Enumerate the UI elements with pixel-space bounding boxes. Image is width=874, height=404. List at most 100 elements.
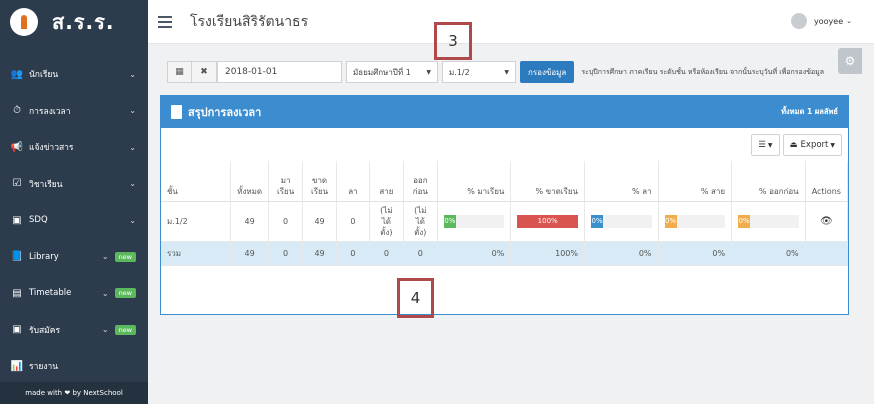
annotation-box-3: 3: [434, 22, 472, 60]
cell-total-absent: 49: [302, 241, 338, 267]
caret-down-icon: ▼: [767, 141, 773, 149]
sidebar-item-students[interactable]: 👥 นักเรียน ⌄: [0, 56, 148, 93]
list-icon: ☰: [758, 140, 766, 150]
sidebar-item-reports[interactable]: 📊 รายงาน: [0, 348, 148, 385]
col-header-pct-leave[interactable]: % ลา: [584, 161, 659, 202]
room-select-value: ม.1/2: [449, 67, 470, 77]
brand-text: ส.ร.ร.: [52, 10, 115, 34]
col-header-pct-absent[interactable]: % ขาดเรียน: [510, 161, 585, 202]
cell-total-actions: [805, 241, 849, 267]
id-card-icon: ▣: [12, 324, 22, 336]
sidebar: ส.ร.ร. 👥 นักเรียน ⌄ ⏱ การลงเวลา ⌄ 📢 แจ้ง…: [0, 0, 148, 404]
panel-header: สรุปการลงเวลา ทั้งหมด 1 ผลลัพธ์: [161, 96, 848, 128]
username: yooyee: [814, 16, 844, 26]
users-icon: 👥: [10, 68, 24, 80]
sidebar-item-label: การลงเวลา: [29, 106, 71, 117]
col-header-class[interactable]: ชั้น: [161, 161, 232, 202]
sidebar-item-attendance[interactable]: ⏱ การลงเวลา ⌄: [0, 93, 148, 130]
col-header-late[interactable]: สาย: [369, 161, 404, 202]
date-input[interactable]: 2018-01-01: [217, 61, 342, 83]
table-row: ม.1/2 49 0 49 0 (ไม่ได้ ตั้ง) (ไม่ได้ ตั…: [161, 201, 849, 243]
id-card-icon: ▣: [12, 214, 22, 226]
cell-total-pct-early: 0%: [731, 241, 806, 267]
cell-pct-early: 0%: [731, 201, 806, 243]
cell-total-late: 0: [369, 241, 404, 267]
topbar: โรงเรียนสิริรัตนาธร yooyee ⌄: [148, 0, 874, 44]
new-badge: new: [114, 324, 136, 335]
cell-total-present: 0: [268, 241, 304, 267]
caret-down-icon: ▼: [830, 141, 835, 149]
sidebar-item-announcements[interactable]: 📢 แจ้งข่าวสาร ⌄: [0, 129, 148, 166]
annotation-box-4: 4: [397, 278, 434, 318]
columns-toggle-button[interactable]: ☰ ▼: [751, 134, 780, 156]
sidebar-item-subjects[interactable]: ☑ วิชาเรียน ⌄: [0, 166, 148, 203]
book-icon: [171, 105, 182, 119]
eye-icon[interactable]: 👁: [820, 216, 833, 227]
progress-bar-present: 0%: [443, 214, 505, 228]
col-header-pct-present[interactable]: % มาเรียน: [437, 161, 512, 202]
col-header-present[interactable]: มา เรียน: [268, 161, 304, 202]
progress-bar-early: 0%: [738, 214, 799, 228]
progress-bar-leave: 0%: [591, 214, 652, 228]
cell-absent: 49: [302, 201, 338, 243]
sidebar-nav: 👥 นักเรียน ⌄ ⏱ การลงเวลา ⌄ 📢 แจ้งข่าวสาร…: [0, 56, 148, 385]
chevron-down-icon: ⌄: [129, 106, 136, 116]
school-logo-icon: [10, 8, 38, 36]
megaphone-icon: 📢: [10, 141, 24, 153]
clock-icon: ⏱: [13, 105, 21, 117]
cell-class: ม.1/2: [161, 201, 232, 243]
clear-date-button[interactable]: ✖: [192, 61, 217, 83]
result-count: ทั้งหมด 1 ผลลัพธ์: [781, 107, 838, 116]
user-menu[interactable]: yooyee ⌄: [791, 13, 852, 29]
cell-total-early: 0: [403, 241, 438, 267]
hamburger-menu-icon[interactable]: [158, 15, 172, 28]
chevron-down-icon: ⌄: [101, 252, 109, 262]
col-header-leave[interactable]: ลา: [336, 161, 370, 202]
attendance-summary-panel: สรุปการลงเวลา ทั้งหมด 1 ผลลัพธ์ ☰ ▼ ⏏ Ex…: [160, 95, 849, 315]
chevron-down-icon: ⌄: [129, 142, 136, 152]
export-button[interactable]: ⏏ Export ▼: [782, 134, 842, 156]
col-header-total[interactable]: ทั้งหมด: [230, 161, 270, 202]
sidebar-item-sdq[interactable]: ▣ SDQ ⌄: [0, 202, 148, 239]
sidebar-item-label: SDQ: [29, 215, 48, 226]
cell-total-pct-late: 0%: [658, 241, 733, 267]
calendar-icon[interactable]: ▦: [167, 61, 192, 83]
sidebar-item-admission[interactable]: ▣ รับสมัคร ⌄ new: [0, 312, 148, 349]
brand[interactable]: ส.ร.ร.: [0, 0, 148, 44]
sidebar-item-label: รับสมัคร: [29, 325, 61, 336]
table-header-row: ชั้น ทั้งหมด มา เรียน ขาด เรียน ลา สาย อ…: [161, 161, 849, 202]
cell-leave: 0: [336, 201, 370, 243]
level-select[interactable]: มัธยมศึกษาปีที่ 1 ▼: [346, 61, 438, 83]
page-title: โรงเรียนสิริรัตนาธร: [190, 13, 309, 30]
caret-down-icon: ▼: [426, 68, 431, 76]
col-header-pct-early[interactable]: % ออกก่อน: [731, 161, 806, 202]
sidebar-item-label: วิชาเรียน: [29, 179, 63, 190]
room-select[interactable]: ม.1/2 ▼: [442, 61, 516, 83]
cell-total-pct-absent: 100%: [510, 241, 585, 267]
col-header-pct-late[interactable]: % สาย: [658, 161, 733, 202]
cell-total: 49: [230, 201, 270, 243]
filter-submit-button[interactable]: กรองข้อมูล: [520, 61, 575, 83]
progress-fill: 0%: [664, 214, 677, 228]
cell-total-pct-present: 0%: [437, 241, 512, 267]
sidebar-footer: made with ❤ by NextSchool: [0, 382, 148, 404]
sidebar-item-label: รายงาน: [29, 362, 59, 373]
cell-pct-absent: 100%: [510, 201, 585, 243]
sidebar-item-label: Timetable: [29, 288, 72, 299]
calendar-check-icon: ☑: [12, 178, 22, 190]
sidebar-item-label: Library: [29, 251, 59, 262]
col-header-early[interactable]: ออก ก่อน: [403, 161, 438, 202]
cell-total-pct-leave: 0%: [584, 241, 659, 267]
table-toolbar: ☰ ▼ ⏏ Export ▼: [751, 134, 842, 156]
export-label: Export: [800, 140, 829, 150]
new-badge: new: [114, 288, 136, 299]
progress-fill: 0%: [738, 214, 751, 228]
bar-chart-icon: 📊: [10, 360, 24, 372]
sidebar-item-label: นักเรียน: [29, 70, 59, 81]
caret-down-icon: ▼: [504, 68, 509, 76]
cell-early: (ไม่ได้ ตั้ง): [403, 201, 438, 243]
sidebar-item-library[interactable]: 📘 Library ⌄ new: [0, 239, 148, 276]
col-header-absent[interactable]: ขาด เรียน: [302, 161, 338, 202]
sidebar-item-timetable[interactable]: ▤ Timetable ⌄ new: [0, 275, 148, 312]
book-icon: 📘: [10, 251, 24, 263]
